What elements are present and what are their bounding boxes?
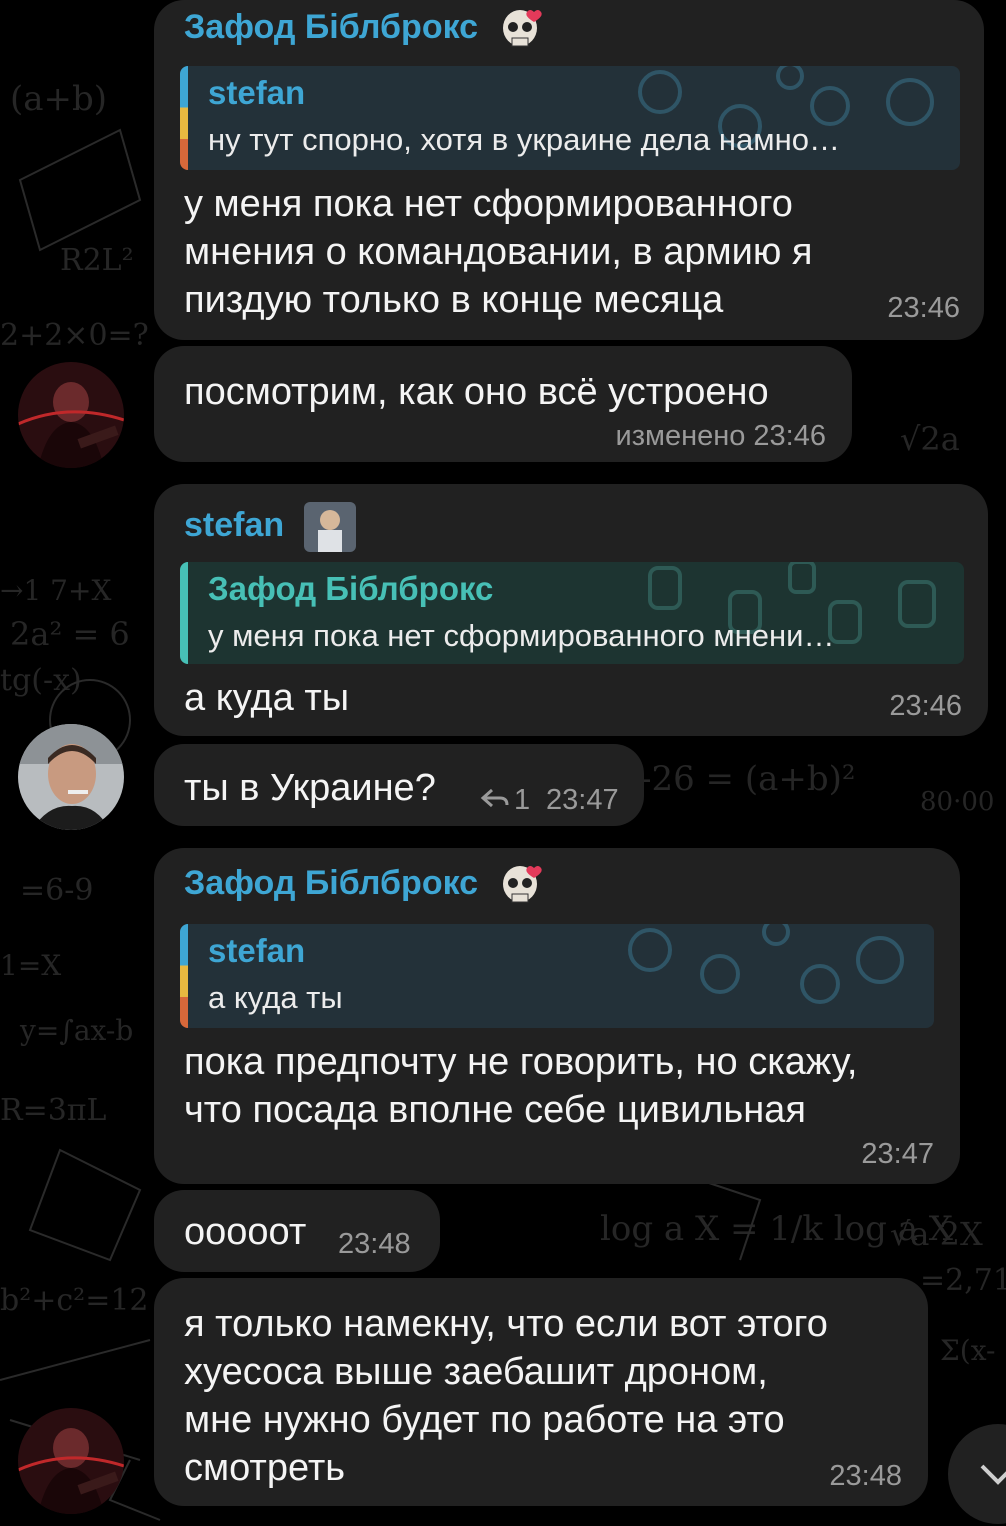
svg-text:=6-9: =6-9 — [20, 873, 93, 908]
message-text: я только намекну, что если вот этого хуе… — [184, 1303, 828, 1489]
reply-arrow-icon[interactable] — [480, 786, 510, 810]
reply-sender: stefan — [208, 74, 306, 111]
message-bubble[interactable]: ты в Украине? 1 23:47 — [154, 744, 644, 826]
avatar[interactable] — [18, 362, 124, 468]
message-text: ооооот — [184, 1211, 307, 1253]
message-time: 23:47 — [861, 1138, 934, 1170]
message-time: 23:46 — [887, 292, 960, 324]
reply-text: ну тут спорно, хотя в украине дела намно… — [208, 122, 840, 157]
message-bubble[interactable]: ооооот 23:48 — [154, 1190, 440, 1272]
reply-quote[interactable]: stefan ну тут спорно, хотя в украине дел… — [180, 66, 960, 170]
message-text: у меня пока нет сформированного мнения о… — [184, 183, 813, 321]
reply-quote[interactable]: stefan а куда ты — [180, 924, 934, 1028]
avatar-image — [18, 362, 124, 468]
svg-text:(a+b): (a+b) — [10, 79, 107, 119]
message-text: ты в Украине? — [184, 767, 436, 809]
message-time: 23:46 — [889, 690, 962, 722]
message-text: а куда ты — [184, 677, 350, 719]
skull-emoji-icon — [502, 866, 542, 903]
reply-text: у меня пока нет сформированного мнени… — [208, 618, 835, 653]
message-time: 23:48 — [829, 1460, 902, 1492]
svg-text:√2a: √2a — [900, 420, 960, 458]
reply-quote[interactable]: Зафод Біблброкс у меня пока нет сформиро… — [180, 562, 964, 664]
sticker-badge-icon — [303, 502, 356, 552]
svg-text:1=X: 1=X — [0, 949, 61, 982]
avatar-image — [18, 724, 124, 830]
chevron-down-icon — [980, 1464, 1006, 1485]
svg-text:√a 2X: √a 2X — [890, 1215, 983, 1253]
avatar[interactable] — [18, 1408, 124, 1514]
sender-name[interactable]: Зафод Біблброкс — [184, 6, 546, 52]
svg-text:80·00: 80·00 — [920, 787, 994, 817]
svg-text:R=3πL: R=3πL — [0, 1093, 107, 1128]
sender-name[interactable]: Зафод Біблброкс — [184, 862, 546, 908]
message-bubble[interactable]: Зафод Біблброкс stefan а куда ты пока пр… — [154, 848, 960, 1184]
svg-text:tg(-x): tg(-x) — [0, 663, 82, 698]
svg-text:Σ(x-: Σ(x- — [940, 1334, 995, 1367]
avatar[interactable] — [18, 724, 124, 830]
svg-text:-26 = (a+b)²: -26 = (a+b)² — [640, 759, 856, 799]
svg-text:2a² = 6: 2a² = 6 — [10, 615, 130, 653]
sender-name[interactable]: stefan — [184, 502, 356, 552]
message-time: изменено 23:46 — [615, 420, 826, 452]
svg-text:R2L²: R2L² — [60, 243, 134, 278]
message-time: 23:47 — [546, 784, 619, 816]
svg-text:=2,718: =2,718 — [920, 1263, 1006, 1298]
avatar-image — [18, 1408, 124, 1514]
svg-text:2+2×0=?: 2+2×0=? — [0, 318, 149, 353]
reply-count[interactable]: 1 — [514, 784, 530, 817]
message-bubble[interactable]: я только намекну, что если вот этого хуе… — [154, 1278, 928, 1506]
message-time: 23:48 — [338, 1228, 411, 1260]
message-bubble[interactable]: Зафод Біблброкс stefan ну тут спорно, хо… — [154, 0, 984, 340]
message-text: пока предпочту не говорить, но скажу, чт… — [184, 1041, 858, 1131]
message-text: посмотрим, как оно всё устроено — [184, 371, 769, 413]
reply-sender: Зафод Біблброкс — [208, 570, 494, 607]
message-bubble[interactable]: посмотрим, как оно всё устроено изменено… — [154, 346, 852, 462]
skull-emoji-icon — [502, 10, 542, 47]
reply-text: а куда ты — [208, 980, 343, 1015]
svg-text:y=∫ax-b: y=∫ax-b — [19, 1014, 133, 1047]
reply-sender: stefan — [208, 932, 306, 969]
message-bubble[interactable]: stefan Зафод Біблброкс у меня пока нет с… — [154, 484, 988, 736]
svg-text:→1 7+X: →1 7+X — [0, 574, 111, 607]
svg-text:b²+c²=12: b²+c²=12 — [0, 1283, 149, 1318]
